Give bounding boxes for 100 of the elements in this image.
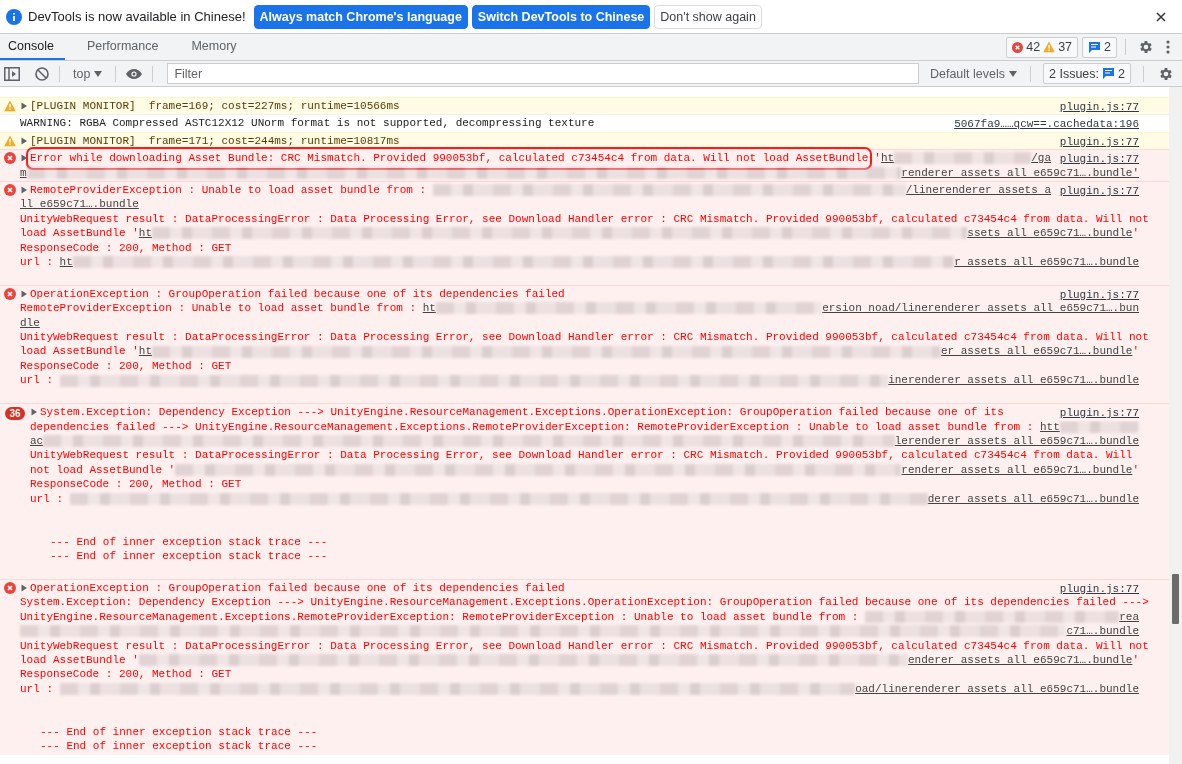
expand-arrow-icon[interactable] xyxy=(30,408,38,417)
panel-tab[interactable]: Memory xyxy=(183,34,248,60)
expand-arrow-icon[interactable] xyxy=(20,154,28,163)
error-icon xyxy=(4,184,16,197)
warning-count: 37 xyxy=(1058,40,1073,54)
url-link[interactable]: lerenderer assets all e659c71….bundle xyxy=(894,433,1139,449)
message-count: 2 xyxy=(1104,40,1111,54)
message-text: WARNING: RGBA Compressed ASTC12X12 UNorm format is not supported, decompressing texture xyxy=(20,116,595,131)
scrollbar[interactable] xyxy=(1169,87,1182,764)
url-link[interactable]: ht xyxy=(59,255,73,270)
error-icon xyxy=(1012,41,1024,53)
infobar-button[interactable]: Switch DevTools to Chinese xyxy=(471,4,651,29)
message-text: OperationException : GroupOperation failed because one of its dependencies failed xyxy=(30,286,565,302)
url-link[interactable]: /ga xyxy=(1031,151,1051,166)
message-text: UnityEngine.ResourceManagement.Exceptions.RemoteProviderException: RemoteProviderException : Unable to load asset bundle from : xyxy=(20,609,860,625)
infobar-button[interactable]: Always match Chrome's language xyxy=(253,4,468,29)
context-dropdown[interactable]: top xyxy=(70,66,106,81)
expand-arrow-icon[interactable] xyxy=(20,102,28,111)
infobar-message: DevTools is now available in Chinese! xyxy=(28,9,246,24)
url-link[interactable]: ht xyxy=(138,344,153,359)
url-link[interactable]: renderer assets all e659c71….bundle' xyxy=(901,165,1139,181)
message-text: --- End of inner exception stack trace --- xyxy=(40,739,318,754)
url-link[interactable]: ht xyxy=(880,151,895,166)
message-text: ResponseCode : 200, Method : GET xyxy=(20,358,232,374)
settings-icon[interactable] xyxy=(1158,65,1174,82)
source-link[interactable]: 5067fa9……qcw==.cachedata:196 xyxy=(954,117,1139,132)
issues-label: 2 Issues: xyxy=(1049,66,1100,81)
infobar-button[interactable]: Don't show again xyxy=(654,4,762,29)
message-text: System.Exception: Dependency Exception ---> UnityEngine.ResourceManagement.Exceptions.OperationException: GroupOperation failed because one of its xyxy=(40,405,1004,420)
url-link[interactable]: rea xyxy=(1119,609,1139,625)
message-text: [PLUGIN MONITOR] frame=171; cost=244ms; runtime=10817ms xyxy=(30,133,400,149)
caret-icon xyxy=(1009,70,1017,77)
expand-arrow-icon[interactable] xyxy=(20,137,28,145)
url-link[interactable]: m xyxy=(20,165,27,181)
warning-icon xyxy=(1043,41,1056,53)
clear-console-icon[interactable] xyxy=(35,66,49,81)
filter-input[interactable]: Filter xyxy=(167,63,919,84)
message-text: [PLUGIN MONITOR] frame=169; cost=227ms; runtime=10566ms xyxy=(30,99,400,114)
panel-tab[interactable]: Performance xyxy=(78,34,170,60)
error-count: 42 xyxy=(1026,40,1041,54)
source-link[interactable]: plugin.js:77 xyxy=(1059,100,1139,115)
message-text: UnityWebRequest result : DataProcessingError : Data Processing Error, see Download Handler error : CRC Mismatch. Provided 990053bf, calculated c73454c4 from data. Will not xyxy=(20,211,1149,227)
source-link[interactable]: plugin.js:77 xyxy=(1059,134,1139,150)
source-link[interactable]: plugin.js:77 xyxy=(1059,184,1139,199)
url-link[interactable]: ersion noad/linerenderer assets all e659c71….bun xyxy=(822,301,1139,316)
issue-counter[interactable]: 42 37 xyxy=(1006,36,1079,58)
warning-icon xyxy=(4,100,16,112)
message-text: ' xyxy=(1132,344,1139,359)
message-text: load AssetBundle ' xyxy=(20,344,139,359)
url-link[interactable]: er assets all e659c71….bundle xyxy=(940,344,1133,359)
more-options-icon[interactable] xyxy=(1166,40,1170,54)
url-link[interactable]: ssets all e659c71….bundle xyxy=(967,226,1133,241)
warning-icon xyxy=(4,134,16,147)
url-link[interactable]: dle xyxy=(20,315,40,331)
close-icon[interactable] xyxy=(1156,11,1166,22)
url-link[interactable]: ht xyxy=(422,301,436,316)
message-text: OperationException : GroupOperation failed because one of its dependencies failed xyxy=(30,580,565,596)
message-text: UnityWebRequest result : DataProcessingError : Data Processing Error, see Download Handler error : CRC Mismatch. Provided 990053bf, calculated c73454c4 from data. Will not xyxy=(20,330,1149,345)
message-counter[interactable]: 2 xyxy=(1082,36,1117,58)
message-text: ' xyxy=(1132,462,1139,478)
error-icon xyxy=(4,152,16,165)
message-text: UnityWebRequest result : DataProcessingError : Data Processing Error, see Download Handler error : CRC Mismatch. Provided 990053bf, calculated c73454c4 from data. Will not xyxy=(20,638,1149,653)
expand-arrow-icon[interactable] xyxy=(20,186,28,195)
message-text: RemoteProviderException : Unable to load asset bundle from : xyxy=(20,301,418,316)
source-link[interactable]: plugin.js:77 xyxy=(1059,287,1139,303)
message-text: ' xyxy=(874,151,881,166)
url-link[interactable]: ht xyxy=(138,226,153,241)
expand-arrow-icon[interactable] xyxy=(20,290,28,299)
source-link[interactable]: plugin.js:77 xyxy=(1059,581,1139,597)
url-link[interactable]: ll e659c71….bundle xyxy=(20,197,139,212)
url-link[interactable]: derer assets all e659c71….bundle xyxy=(927,491,1139,506)
sidebar-toggle-icon[interactable] xyxy=(4,66,20,81)
eye-icon[interactable] xyxy=(126,68,143,79)
message-text: --- End of inner exception stack trace --- xyxy=(40,724,318,740)
url-link[interactable]: c71….bundle xyxy=(1066,624,1139,639)
error-icon xyxy=(4,581,16,594)
url-link[interactable]: renderer assets all e659c71….bundle xyxy=(901,462,1133,478)
url-link[interactable]: ac xyxy=(30,433,44,449)
url-link[interactable]: htt xyxy=(1039,419,1060,434)
settings-icon[interactable] xyxy=(1138,39,1154,55)
url-link[interactable]: inerenderer assets all e659c71….bundle xyxy=(888,373,1139,388)
url-link[interactable]: enderer assets all e659c71….bundle xyxy=(907,652,1133,668)
message-text: ' xyxy=(1132,652,1139,668)
message-text: UnityWebRequest result : DataProcessingError : Data Processing Error, see Download Handler error : CRC Mismatch. Provided 990053bf, calculated c73454c4 from data. Will xyxy=(30,448,1133,463)
message-text: dependencies failed ---> UnityEngine.ResourceManagement.Exceptions.RemoteProviderException: RemoteProviderException : Unable to load asset bundle from : xyxy=(30,419,1035,434)
source-link[interactable]: plugin.js:77 xyxy=(1059,406,1139,421)
url-link[interactable]: /linerenderer assets a xyxy=(905,183,1051,198)
url-link[interactable]: oad/linerenderer assets all e659c71….bundle xyxy=(855,681,1139,697)
error-icon xyxy=(4,287,16,300)
message-icon xyxy=(1088,40,1102,54)
message-text: url : xyxy=(20,681,54,697)
issues-button[interactable]: 2 Issues: 2 xyxy=(1043,63,1131,84)
repeat-count-badge: 36 xyxy=(5,407,25,421)
expand-arrow-icon[interactable] xyxy=(20,584,28,593)
source-link[interactable]: plugin.js:77 xyxy=(1059,152,1139,167)
message-text: RemoteProviderException : Unable to load asset bundle from : xyxy=(30,183,428,198)
log-levels-dropdown[interactable]: Default levels xyxy=(926,66,1020,81)
message-icon xyxy=(1102,67,1116,80)
url-link[interactable]: r assets all e659c71….bundle xyxy=(954,255,1139,270)
info-icon xyxy=(6,8,22,25)
